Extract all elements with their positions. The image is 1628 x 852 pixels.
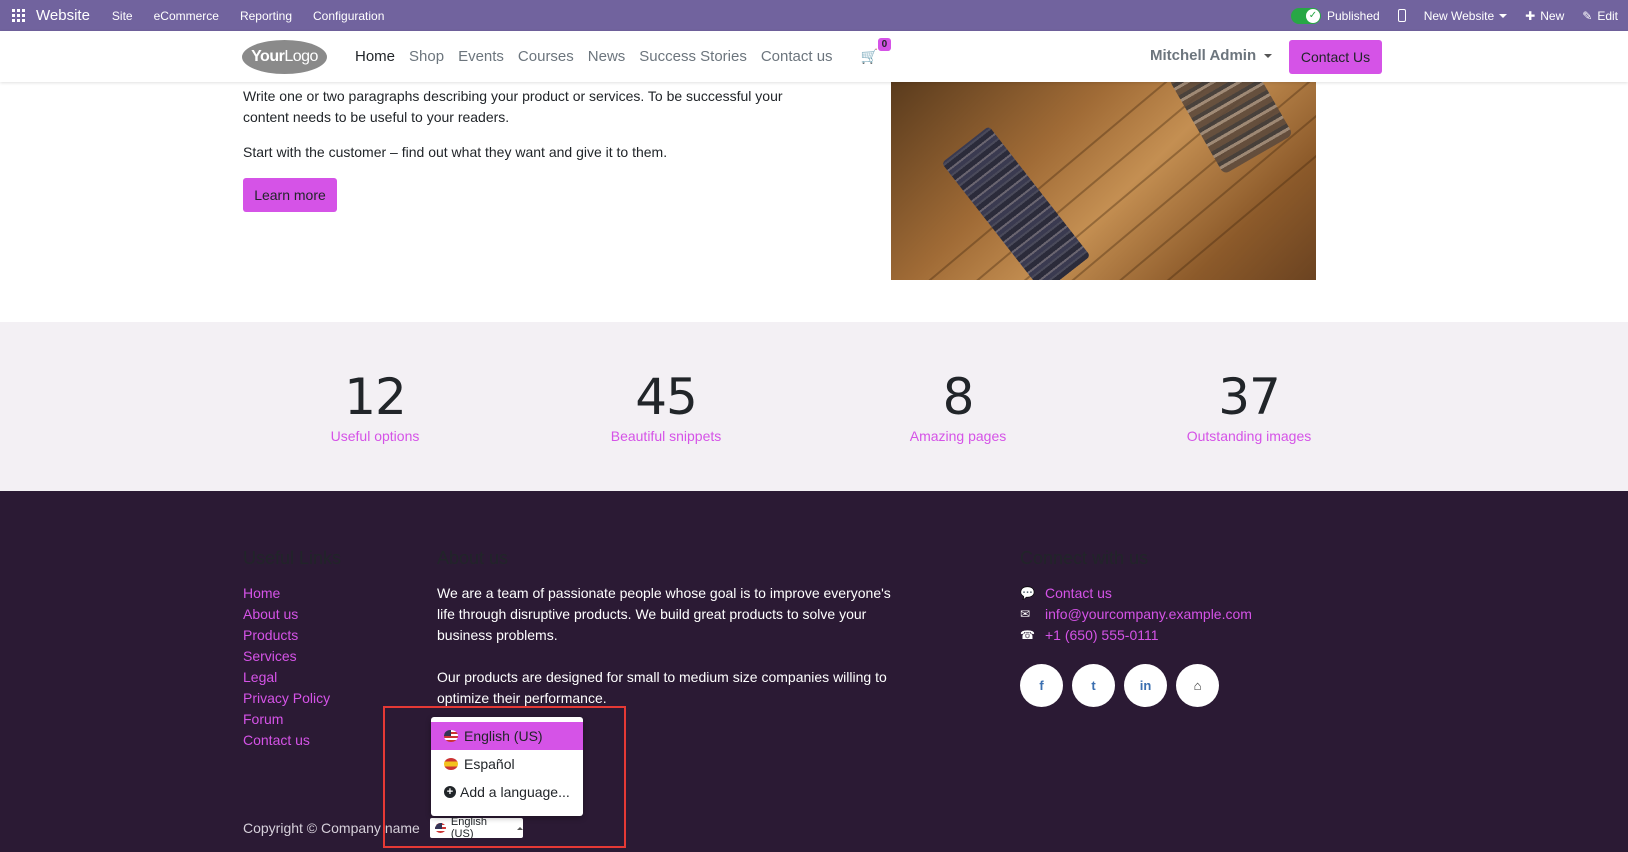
facebook-icon[interactable]: f — [1020, 664, 1063, 707]
useful-links-title: Useful Links — [243, 548, 342, 568]
stat-number: 12 — [344, 368, 407, 426]
content-paragraph-1: Write one or two paragraphs describing y… — [243, 88, 783, 125]
footer-link-services[interactable]: Services — [243, 646, 341, 667]
connect-contact-row[interactable]: 💬 Contact us — [1020, 583, 1252, 604]
stat-label: Outstanding images — [1186, 428, 1312, 444]
stat-label: Amazing pages — [909, 428, 1007, 444]
stat-item: 45 Beautiful snippets — [566, 368, 766, 444]
app-brand[interactable]: Website — [36, 7, 90, 24]
new-button[interactable]: ✚ New — [1525, 9, 1564, 23]
stat-label: Useful options — [330, 428, 420, 444]
pencil-icon: ✎ — [1582, 8, 1593, 23]
site-logo[interactable]: Your Logo — [242, 40, 327, 74]
stat-number: 37 — [1218, 368, 1281, 426]
phone-icon: ☎ — [1020, 628, 1035, 642]
footer-link-legal[interactable]: Legal — [243, 667, 341, 688]
stats-section: 12 Useful options 45 Beautiful snippets … — [0, 322, 1628, 491]
learn-more-button[interactable]: Learn more — [243, 178, 337, 212]
edit-button[interactable]: ✎ Edit — [1582, 9, 1618, 23]
clothing-rack-image — [891, 82, 1316, 280]
twitter-icon[interactable]: t — [1072, 664, 1115, 707]
stat-number: 45 — [635, 368, 698, 426]
about-paragraph-2: Our products are designed for small to m… — [437, 669, 887, 706]
nav-success-stories[interactable]: Success Stories — [639, 48, 747, 65]
stat-item: 8 Amazing pages — [858, 368, 1058, 444]
highlight-annotation-box — [383, 706, 626, 848]
social-links: f t in ⌂ — [1020, 664, 1252, 707]
connect-title: Connect with us — [1020, 548, 1149, 568]
linkedin-icon[interactable]: in — [1124, 664, 1167, 707]
connect-contact-link[interactable]: Contact us — [1045, 583, 1112, 604]
footer-link-forum[interactable]: Forum — [243, 709, 341, 730]
mobile-preview-icon[interactable] — [1397, 9, 1406, 22]
footer-useful-links: Useful Links Home About us Products Serv… — [243, 548, 341, 751]
content-paragraph-2: Start with the customer – find out what … — [243, 144, 668, 160]
footer-link-contact[interactable]: Contact us — [243, 730, 341, 751]
footer-link-products[interactable]: Products — [243, 625, 341, 646]
published-label: Published — [1326, 8, 1380, 23]
connect-email-row[interactable]: ✉ info@yourcompany.example.com — [1020, 604, 1252, 625]
footer-link-about[interactable]: About us — [243, 604, 341, 625]
header-contact-button[interactable]: Contact Us — [1289, 40, 1382, 74]
nav-events[interactable]: Events — [458, 48, 504, 65]
nav-news[interactable]: News — [588, 48, 626, 65]
published-toggle[interactable]: Published — [1290, 7, 1380, 24]
admin-navbar: Website Site eCommerce Reporting Configu… — [0, 0, 1628, 31]
connect-email-link[interactable]: info@yourcompany.example.com — [1045, 604, 1252, 625]
footer-link-privacy[interactable]: Privacy Policy — [243, 688, 341, 709]
menu-site[interactable]: Site — [112, 9, 133, 23]
main-nav: Home Shop Events Courses News Success St… — [355, 31, 892, 82]
comment-icon: 💬 — [1020, 586, 1035, 600]
home-icon[interactable]: ⌂ — [1176, 664, 1219, 707]
about-paragraph-1: We are a team of passionate people whose… — [437, 585, 891, 643]
nav-home[interactable]: Home — [355, 48, 395, 65]
footer-about: About us We are a team of passionate peo… — [437, 548, 907, 730]
toggle-switch-icon — [1290, 7, 1321, 24]
stat-item: 37 Outstanding images — [1149, 368, 1349, 444]
menu-configuration[interactable]: Configuration — [313, 9, 384, 23]
stat-number: 8 — [942, 368, 975, 426]
connect-phone-row[interactable]: ☎ +1 (650) 555-0111 — [1020, 625, 1252, 646]
nav-shop[interactable]: Shop — [409, 48, 444, 65]
cart-link[interactable]: 🛒 0 — [860, 38, 892, 65]
footer-connect: Connect with us 💬 Contact us ✉ info@your… — [1020, 548, 1252, 707]
nav-contact-us[interactable]: Contact us — [761, 48, 833, 65]
cart-icon: 🛒 — [860, 48, 878, 64]
stat-item: 12 Useful options — [275, 368, 475, 444]
cart-count-badge: 0 — [877, 38, 892, 51]
apps-menu-icon[interactable] — [0, 0, 36, 31]
footer-link-home[interactable]: Home — [243, 583, 341, 604]
website-switcher[interactable]: New Website — [1424, 9, 1508, 23]
connect-phone-link[interactable]: +1 (650) 555-0111 — [1045, 625, 1159, 646]
nav-courses[interactable]: Courses — [518, 48, 574, 65]
user-menu[interactable]: Mitchell Admin — [1150, 47, 1273, 64]
about-title: About us — [437, 548, 509, 568]
plus-icon: ✚ — [1525, 8, 1536, 23]
stat-label: Beautiful snippets — [610, 428, 722, 444]
envelope-icon: ✉ — [1020, 607, 1031, 621]
menu-reporting[interactable]: Reporting — [240, 9, 292, 23]
site-header: Your Logo Home Shop Events Courses News S… — [0, 31, 1628, 82]
content-text-block: Write one or two paragraphs describing y… — [243, 86, 823, 177]
menu-ecommerce[interactable]: eCommerce — [154, 9, 219, 23]
